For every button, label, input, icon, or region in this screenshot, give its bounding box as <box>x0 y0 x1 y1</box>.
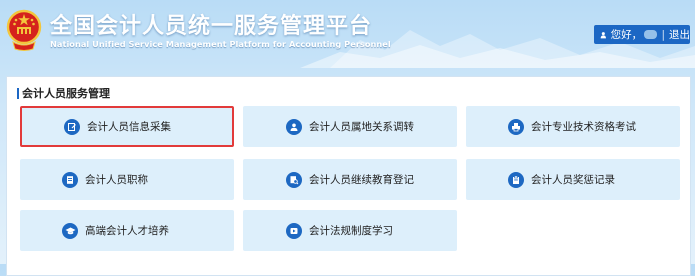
edit-form-icon <box>64 118 80 135</box>
tile-reward-punishment[interactable]: 会计人员奖惩记录 <box>466 159 680 200</box>
section-title: 会计人员服务管理 <box>22 87 110 100</box>
clipboard-icon <box>508 171 524 188</box>
tile-qualification-exam[interactable]: 会计专业技术资格考试 <box>466 106 680 147</box>
username-redacted <box>644 30 658 39</box>
tile-continuing-education[interactable]: 会计人员继续教育登记 <box>243 159 457 200</box>
tile-talent-training[interactable]: 高端会计人才培养 <box>20 210 234 251</box>
search-document-icon <box>286 171 302 188</box>
divider: | <box>661 28 665 41</box>
section-header: 会计人员服务管理 <box>17 85 110 101</box>
national-emblem-icon <box>6 9 42 51</box>
tile-residence-transfer[interactable]: 会计人员属地关系调转 <box>243 106 457 147</box>
tile-regulation-learning[interactable]: 会计法规制度学习 <box>243 210 457 251</box>
tile-info-collection[interactable]: 会计人员信息采集 <box>20 106 234 147</box>
logout-link[interactable]: 退出 <box>669 27 690 42</box>
tile-label: 会计人员奖惩记录 <box>531 174 615 186</box>
graduation-cap-icon <box>62 222 78 239</box>
document-icon <box>62 171 78 188</box>
page-header: 全国会计人员统一服务管理平台 National Unified Service … <box>0 0 695 68</box>
section-marker <box>17 87 19 99</box>
tile-label: 会计专业技术资格考试 <box>531 121 636 133</box>
site-title: 全国会计人员统一服务管理平台 <box>50 14 373 39</box>
user-panel: 您好， | 退出 <box>594 25 690 44</box>
person-transfer-icon <box>286 118 302 135</box>
tile-label: 会计人员属地关系调转 <box>309 121 414 133</box>
printer-icon <box>508 118 524 135</box>
site-subtitle: National Unified Service Management Plat… <box>50 39 391 49</box>
user-icon <box>600 31 606 38</box>
tile-label: 高端会计人才培养 <box>85 225 169 237</box>
video-play-icon <box>286 222 302 239</box>
tile-label: 会计法规制度学习 <box>309 225 393 237</box>
tile-label: 会计人员信息采集 <box>87 121 171 133</box>
tile-label: 会计人员职称 <box>85 174 148 186</box>
tile-professional-title[interactable]: 会计人员职称 <box>20 159 234 200</box>
tile-label: 会计人员继续教育登记 <box>309 174 414 186</box>
service-panel: 会计人员服务管理 会计人员信息采集 会计人员属地关系调转 会计专业技术资格考试 … <box>6 76 691 276</box>
greeting-text: 您好， <box>610 29 643 41</box>
